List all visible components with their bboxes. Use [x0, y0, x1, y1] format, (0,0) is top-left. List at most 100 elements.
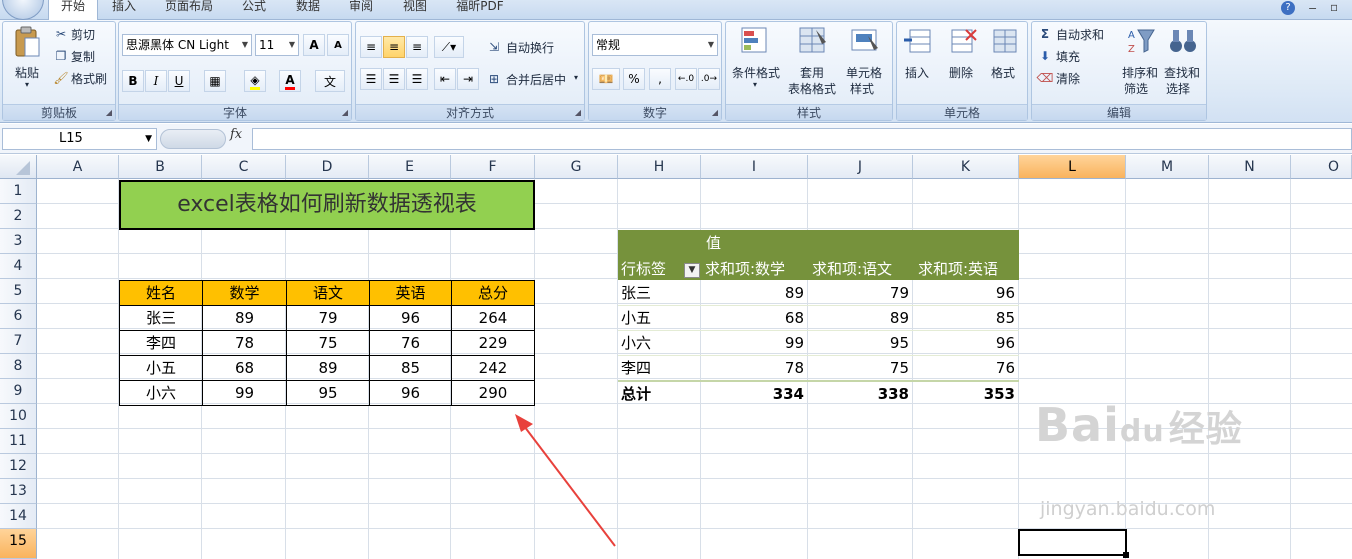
pivot-grand-total[interactable]: 353 [913, 380, 1019, 405]
merge-center-button[interactable]: 合并后居中 [506, 71, 566, 88]
align-top-button[interactable]: ≡ [360, 36, 382, 58]
row-header-5[interactable]: 5 [0, 279, 37, 304]
table-cell[interactable]: 96 [370, 306, 452, 331]
pivot-values-label[interactable]: 值 [706, 232, 721, 253]
table-cell[interactable]: 290 [452, 381, 535, 406]
column-header-i[interactable]: I [701, 155, 808, 179]
table-cell[interactable]: 242 [452, 356, 535, 381]
clear-button[interactable]: 清除 [1056, 70, 1080, 87]
table-header-cell[interactable]: 数学 [203, 281, 287, 306]
decrease-indent-button[interactable]: ⇤ [434, 68, 456, 90]
row-header-15[interactable]: 15 [0, 529, 37, 559]
row-header-4[interactable]: 4 [0, 254, 37, 279]
grow-font-button[interactable]: A [303, 34, 325, 56]
table-cell[interactable]: 89 [287, 356, 370, 381]
pivot-column-header[interactable]: 求和项:英语 [918, 258, 998, 279]
column-header-b[interactable]: B [119, 155, 202, 179]
row-header-3[interactable]: 3 [0, 229, 37, 254]
pivot-value[interactable]: 76 [913, 356, 1019, 381]
column-header-k[interactable]: K [913, 155, 1019, 179]
table-cell[interactable]: 小五 [120, 356, 203, 381]
comma-button[interactable]: , [649, 68, 671, 90]
row-header-1[interactable]: 1 [0, 179, 37, 204]
paste-button[interactable]: 粘贴 [15, 64, 39, 81]
pivot-grand-total[interactable]: 338 [808, 380, 913, 405]
percent-button[interactable]: % [623, 68, 645, 90]
font-color-button[interactable]: A [279, 70, 301, 92]
alignment-launcher-icon[interactable]: ◢ [575, 108, 581, 117]
tab-page-layout[interactable]: 页面布局 [157, 0, 221, 20]
pivot-column-header[interactable]: 求和项:语文 [812, 258, 892, 279]
sort-filter-button[interactable]: 筛选 [1124, 80, 1148, 97]
align-middle-button[interactable]: ≡ [383, 36, 405, 58]
wrap-text-button[interactable]: 自动换行 [506, 39, 554, 56]
formula-resize-handle[interactable] [160, 129, 226, 149]
pivot-value[interactable]: 89 [808, 306, 913, 331]
orientation-button[interactable]: ⟋▾ [434, 36, 464, 58]
format-as-table-button[interactable]: 表格格式 [788, 80, 836, 97]
find-select-line1[interactable]: 查找和 [1164, 64, 1200, 81]
align-left-button[interactable]: ☰ [360, 68, 382, 90]
find-select-button[interactable]: 选择 [1166, 80, 1190, 97]
pivot-row-labels[interactable]: 行标签 [621, 258, 666, 279]
sort-filter-line1[interactable]: 排序和 [1122, 64, 1158, 81]
pivot-row-label[interactable]: 小五 [618, 306, 701, 331]
table-cell[interactable]: 张三 [120, 306, 203, 331]
pivot-value[interactable]: 96 [913, 281, 1019, 306]
column-header-g[interactable]: G [535, 155, 618, 179]
fill-button[interactable]: 填充 [1056, 48, 1080, 65]
column-header-d[interactable]: D [286, 155, 369, 179]
pivot-row-label[interactable]: 小六 [618, 331, 701, 356]
currency-button[interactable]: 💴 [592, 68, 620, 90]
cell-styles-line1[interactable]: 单元格 [846, 64, 882, 81]
tab-data[interactable]: 数据 [288, 0, 328, 20]
font-launcher-icon[interactable]: ◢ [342, 108, 348, 117]
shrink-font-button[interactable]: A [327, 34, 349, 56]
office-button[interactable] [2, 0, 44, 20]
table-cell[interactable]: 96 [370, 381, 452, 406]
format-as-table-line1[interactable]: 套用 [800, 64, 824, 81]
column-header-e[interactable]: E [369, 155, 451, 179]
table-cell[interactable]: 76 [370, 331, 452, 356]
table-cell[interactable]: 75 [287, 331, 370, 356]
pivot-row-label[interactable]: 张三 [618, 281, 701, 306]
paste-dropdown-icon[interactable]: ▾ [25, 80, 29, 89]
pivot-value[interactable]: 95 [808, 331, 913, 356]
column-header-c[interactable]: C [202, 155, 286, 179]
borders-button[interactable]: ▦ [204, 70, 226, 92]
align-right-button[interactable]: ☰ [406, 68, 428, 90]
pivot-grand-total-label[interactable]: 总计 [618, 380, 701, 405]
copy-button[interactable]: 复制 [71, 48, 95, 65]
conditional-format-button[interactable]: 条件格式 [732, 64, 780, 81]
format-painter-button[interactable]: 格式刷 [71, 70, 107, 87]
font-name-select[interactable]: 思源黑体 CN Light ▼ [122, 34, 252, 56]
align-bottom-button[interactable]: ≡ [406, 36, 428, 58]
row-header-10[interactable]: 10 [0, 404, 37, 429]
restore-icon[interactable]: ▫ [1330, 0, 1338, 14]
table-header-cell[interactable]: 英语 [370, 281, 452, 306]
tab-view[interactable]: 视图 [395, 0, 435, 20]
pivot-grand-total[interactable]: 334 [701, 380, 808, 405]
table-cell[interactable]: 89 [203, 306, 287, 331]
insert-function-icon[interactable]: fx [230, 127, 242, 142]
pivot-value[interactable]: 96 [913, 331, 1019, 356]
table-cell[interactable]: 79 [287, 306, 370, 331]
number-launcher-icon[interactable]: ◢ [712, 108, 718, 117]
formula-input[interactable] [252, 128, 1352, 150]
autosum-button[interactable]: 自动求和 [1056, 26, 1104, 43]
column-header-m[interactable]: M [1126, 155, 1209, 179]
decrease-decimal-button[interactable]: .0→ [698, 68, 720, 90]
cell-styles-button[interactable]: 样式 [850, 80, 874, 97]
paste-icon[interactable] [11, 26, 43, 58]
insert-cells-button[interactable]: 插入 [905, 64, 929, 81]
tab-home[interactable]: 开始 [48, 0, 98, 21]
table-header-cell[interactable]: 总分 [452, 281, 535, 306]
select-all-corner[interactable] [0, 155, 37, 179]
align-center-button[interactable]: ☰ [383, 68, 405, 90]
pivot-value[interactable]: 85 [913, 306, 1019, 331]
delete-cells-button[interactable]: 删除 [949, 64, 973, 81]
column-header-h[interactable]: H [618, 155, 701, 179]
active-cell-l15[interactable] [1018, 529, 1129, 558]
cut-button[interactable]: 剪切 [71, 26, 95, 43]
table-header-cell[interactable]: 姓名 [120, 281, 203, 306]
